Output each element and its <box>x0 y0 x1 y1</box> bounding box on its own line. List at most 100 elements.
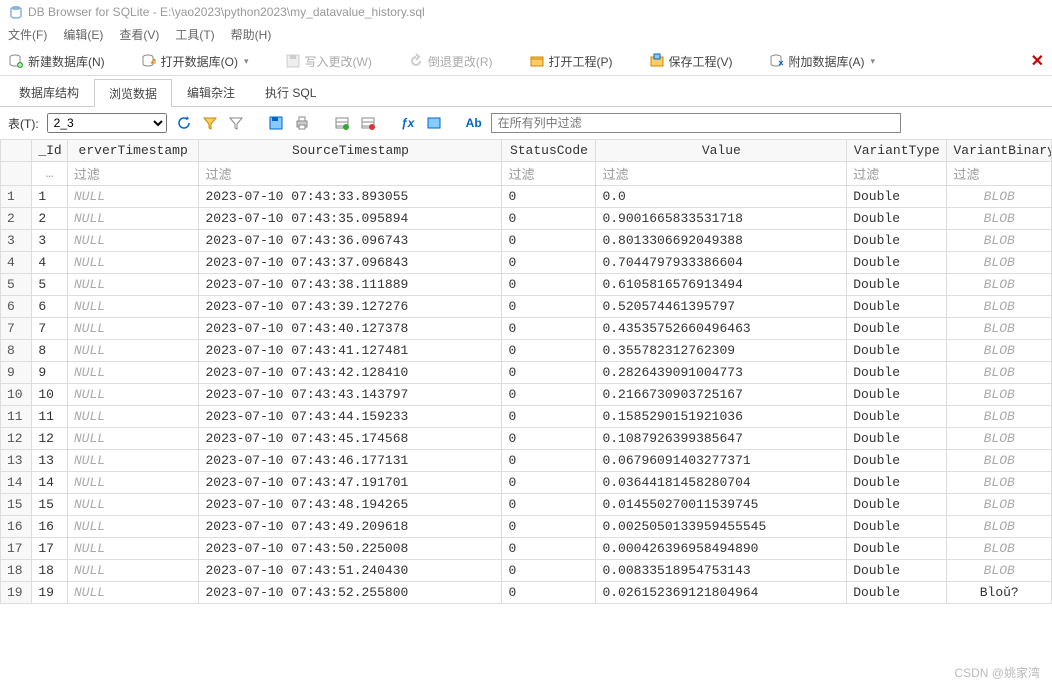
table-row[interactable]: 88NULL2023-07-10 07:43:41.12748100.35578… <box>1 340 1052 362</box>
cell-value[interactable]: 0.520574461395797 <box>596 296 847 318</box>
tab-structure[interactable]: 数据库结构 <box>4 78 94 106</box>
cell-vbin[interactable]: BLOB <box>947 296 1052 318</box>
cell-vtype[interactable]: Double <box>847 516 947 538</box>
cell-server-ts[interactable]: NULL <box>67 428 199 450</box>
cell-status[interactable]: 0 <box>502 494 596 516</box>
cell-server-ts[interactable]: NULL <box>67 296 199 318</box>
cell-source-ts[interactable]: 2023-07-10 07:43:40.127378 <box>199 318 502 340</box>
filter-all-input[interactable] <box>491 113 901 133</box>
cell-source-ts[interactable]: 2023-07-10 07:43:47.191701 <box>199 472 502 494</box>
cell-vbin[interactable]: BLOB <box>947 450 1052 472</box>
cell-value[interactable]: 0.1585290151921036 <box>596 406 847 428</box>
cell-vbin[interactable]: BLOB <box>947 186 1052 208</box>
cell-server-ts[interactable]: NULL <box>67 384 199 406</box>
close-icon[interactable]: ✕ <box>1031 51 1044 71</box>
cell-source-ts[interactable]: 2023-07-10 07:43:44.159233 <box>199 406 502 428</box>
cell-status[interactable]: 0 <box>502 274 596 296</box>
cell-id[interactable]: 19 <box>32 582 68 604</box>
filter-value[interactable]: 过滤 <box>596 162 847 186</box>
cell-source-ts[interactable]: 2023-07-10 07:43:41.127481 <box>199 340 502 362</box>
cell-vtype[interactable]: Double <box>847 186 947 208</box>
cell-status[interactable]: 0 <box>502 428 596 450</box>
clear-filter-icon[interactable] <box>201 114 219 132</box>
cell-status[interactable]: 0 <box>502 450 596 472</box>
revert-changes-button[interactable]: 倒退更改(R) <box>408 53 493 70</box>
cell-status[interactable]: 0 <box>502 296 596 318</box>
cell-value[interactable]: 0.43535752660496463 <box>596 318 847 340</box>
cell-vtype[interactable]: Double <box>847 318 947 340</box>
open-project-button[interactable]: 打开工程(P) <box>529 53 613 70</box>
cell-vtype[interactable]: Double <box>847 450 947 472</box>
cell-source-ts[interactable]: 2023-07-10 07:43:39.127276 <box>199 296 502 318</box>
menu-help[interactable]: 帮助(H) <box>231 26 272 43</box>
refresh-icon[interactable] <box>175 114 193 132</box>
cell-id[interactable]: 16 <box>32 516 68 538</box>
tab-sql[interactable]: 执行 SQL <box>250 78 331 106</box>
cell-vtype[interactable]: Double <box>847 582 947 604</box>
cell-vbin[interactable]: BLOB <box>947 384 1052 406</box>
filter-server-ts[interactable]: 过滤 <box>67 162 199 186</box>
cell-source-ts[interactable]: 2023-07-10 07:43:43.143797 <box>199 384 502 406</box>
filter-icon[interactable] <box>227 114 245 132</box>
save-table-icon[interactable] <box>267 114 285 132</box>
cell-vtype[interactable]: Double <box>847 208 947 230</box>
cell-id[interactable]: 3 <box>32 230 68 252</box>
cell-source-ts[interactable]: 2023-07-10 07:43:36.096743 <box>199 230 502 252</box>
cell-vbin[interactable]: BLOB <box>947 428 1052 450</box>
cell-vbin[interactable]: BLOB <box>947 406 1052 428</box>
table-row[interactable]: 11NULL2023-07-10 07:43:33.89305500.0Doub… <box>1 186 1052 208</box>
cell-vbin[interactable]: BLOB <box>947 362 1052 384</box>
cell-server-ts[interactable]: NULL <box>67 406 199 428</box>
table-row[interactable]: 55NULL2023-07-10 07:43:38.11188900.61058… <box>1 274 1052 296</box>
menu-edit[interactable]: 编辑(E) <box>63 26 103 43</box>
conditional-format-icon[interactable]: Ab <box>465 114 483 132</box>
cell-status[interactable]: 0 <box>502 538 596 560</box>
cell-server-ts[interactable]: NULL <box>67 252 199 274</box>
filter-id[interactable]: … <box>32 162 68 186</box>
print-icon[interactable] <box>293 114 311 132</box>
filter-source-ts[interactable]: 过滤 <box>199 162 502 186</box>
new-database-button[interactable]: 新建数据库(N) <box>8 53 105 70</box>
filter-vbin[interactable]: 过滤 <box>947 162 1052 186</box>
cell-server-ts[interactable]: NULL <box>67 208 199 230</box>
table-row[interactable]: 1919NULL2023-07-10 07:43:52.25580000.026… <box>1 582 1052 604</box>
cell-id[interactable]: 14 <box>32 472 68 494</box>
cell-source-ts[interactable]: 2023-07-10 07:43:42.128410 <box>199 362 502 384</box>
cell-id[interactable]: 1 <box>32 186 68 208</box>
cell-status[interactable]: 0 <box>502 384 596 406</box>
cell-server-ts[interactable]: NULL <box>67 516 199 538</box>
insert-row-icon[interactable] <box>333 114 351 132</box>
cell-server-ts[interactable]: NULL <box>67 538 199 560</box>
cell-server-ts[interactable]: NULL <box>67 274 199 296</box>
cell-server-ts[interactable]: NULL <box>67 230 199 252</box>
cell-source-ts[interactable]: 2023-07-10 07:43:46.177131 <box>199 450 502 472</box>
cell-source-ts[interactable]: 2023-07-10 07:43:37.096843 <box>199 252 502 274</box>
menu-tools[interactable]: 工具(T) <box>175 26 214 43</box>
cell-value[interactable]: 0.00833518954753143 <box>596 560 847 582</box>
cell-status[interactable]: 0 <box>502 186 596 208</box>
table-select[interactable]: 2_3 <box>47 113 167 133</box>
delete-row-icon[interactable] <box>359 114 377 132</box>
cell-id[interactable]: 18 <box>32 560 68 582</box>
cell-source-ts[interactable]: 2023-07-10 07:43:45.174568 <box>199 428 502 450</box>
open-database-button[interactable]: 打开数据库(O) <box>141 53 249 70</box>
text-format-icon[interactable] <box>425 114 443 132</box>
cell-server-ts[interactable]: NULL <box>67 494 199 516</box>
cell-vbin[interactable]: BLOB <box>947 208 1052 230</box>
cell-value[interactable]: 0.026152369121804964 <box>596 582 847 604</box>
cell-source-ts[interactable]: 2023-07-10 07:43:49.209618 <box>199 516 502 538</box>
table-row[interactable]: 77NULL2023-07-10 07:43:40.12737800.43535… <box>1 318 1052 340</box>
col-vtype[interactable]: VariantType <box>847 140 947 162</box>
cell-server-ts[interactable]: NULL <box>67 472 199 494</box>
table-row[interactable]: 22NULL2023-07-10 07:43:35.09589400.90016… <box>1 208 1052 230</box>
col-status[interactable]: StatusCode <box>502 140 596 162</box>
cell-value[interactable]: 0.014550270011539745 <box>596 494 847 516</box>
goto-icon[interactable]: ƒx <box>399 114 417 132</box>
table-row[interactable]: 1313NULL2023-07-10 07:43:46.17713100.067… <box>1 450 1052 472</box>
col-id[interactable]: _Id <box>32 140 68 162</box>
cell-source-ts[interactable]: 2023-07-10 07:43:35.095894 <box>199 208 502 230</box>
cell-vtype[interactable]: Double <box>847 538 947 560</box>
col-source-ts[interactable]: SourceTimestamp <box>199 140 502 162</box>
cell-value[interactable]: 0.1087926399385647 <box>596 428 847 450</box>
cell-vtype[interactable]: Double <box>847 230 947 252</box>
